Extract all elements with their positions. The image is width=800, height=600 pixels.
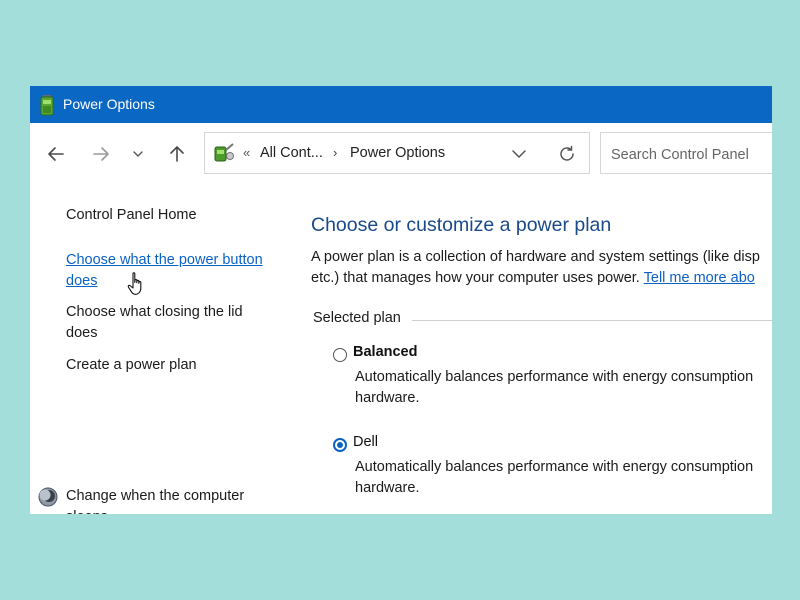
breadcrumb-power-options[interactable]: Power Options: [350, 145, 445, 161]
selected-plan-label: Selected plan: [313, 310, 401, 326]
description-line-1: A power plan is a collection of hardware…: [311, 249, 760, 265]
search-input[interactable]: [609, 144, 772, 166]
breadcrumb-separator[interactable]: ›: [333, 145, 337, 160]
moon-icon: [38, 487, 58, 507]
change-sleep-link-line-1: Change when the computer: [66, 488, 245, 504]
dell-description-line-2: hardware.: [355, 480, 420, 496]
balanced-radio[interactable]: [333, 348, 347, 362]
balanced-description-line-2: hardware.: [355, 390, 420, 406]
description-line-2-text: etc.) that manages how your computer use…: [311, 270, 640, 286]
breadcrumb-all-control-panel[interactable]: All Cont...: [260, 145, 323, 161]
arrow-up-icon: [170, 146, 184, 162]
title-bar[interactable]: Power Options: [30, 86, 772, 123]
dell-radio[interactable]: [333, 438, 347, 452]
closing-lid-link-line-1: Choose what closing the lid: [66, 304, 243, 320]
address-bar[interactable]: « All Cont... › Power Options: [204, 132, 590, 174]
create-power-plan-link[interactable]: Create a power plan: [66, 355, 197, 376]
dell-description-line-1: Automatically balances performance with …: [355, 459, 754, 475]
power-options-window: Power Options « All Cont... › Power Opti…: [30, 86, 772, 514]
closing-lid-link-line-2: does: [66, 325, 98, 341]
search-box[interactable]: [600, 132, 772, 174]
closing-lid-link[interactable]: Choose what closing the lid does: [66, 302, 243, 344]
window-title: Power Options: [63, 96, 155, 112]
page-description: A power plan is a collection of hardware…: [311, 247, 760, 289]
recent-locations-button[interactable]: [130, 142, 146, 166]
dell-plan-description: Automatically balances performance with …: [355, 457, 753, 499]
back-button[interactable]: [44, 142, 68, 166]
arrow-right-icon: [93, 147, 109, 161]
change-sleep-link-line-2: sleeps: [66, 507, 244, 514]
control-panel-home-link[interactable]: Control Panel Home: [66, 205, 197, 226]
power-options-icon: [40, 95, 54, 116]
power-button-link-line-2: does: [66, 273, 98, 289]
balanced-plan-name[interactable]: Balanced: [353, 344, 417, 360]
balanced-plan-description: Automatically balances performance with …: [355, 367, 753, 409]
main-content: Choose or customize a power plan A power…: [311, 183, 772, 514]
chevron-down-icon[interactable]: [511, 146, 527, 162]
group-divider: [412, 320, 772, 321]
power-button-link-line-1: Choose what the power button: [66, 252, 263, 268]
refresh-icon[interactable]: [557, 144, 577, 164]
dell-plan-name[interactable]: Dell: [353, 434, 378, 450]
page-title: Choose or customize a power plan: [311, 214, 612, 236]
sidebar: Control Panel Home Choose what the power…: [30, 183, 300, 514]
chevron-down-icon: [133, 151, 143, 157]
hand-pointer-icon: [127, 272, 142, 295]
arrow-left-icon: [48, 147, 64, 161]
forward-button[interactable]: [89, 142, 113, 166]
navigation-bar: « All Cont... › Power Options: [30, 123, 772, 183]
power-button-link[interactable]: Choose what the power button does: [66, 250, 263, 292]
tell-me-more-link[interactable]: Tell me more abo: [644, 270, 755, 286]
up-button[interactable]: [165, 142, 189, 166]
balanced-description-line-1: Automatically balances performance with …: [355, 369, 754, 385]
change-sleep-link[interactable]: Change when the computer sleeps: [66, 486, 244, 514]
description-line-2: etc.) that manages how your computer use…: [311, 268, 760, 289]
address-overflow[interactable]: «: [243, 145, 250, 160]
power-options-icon: [214, 143, 234, 162]
